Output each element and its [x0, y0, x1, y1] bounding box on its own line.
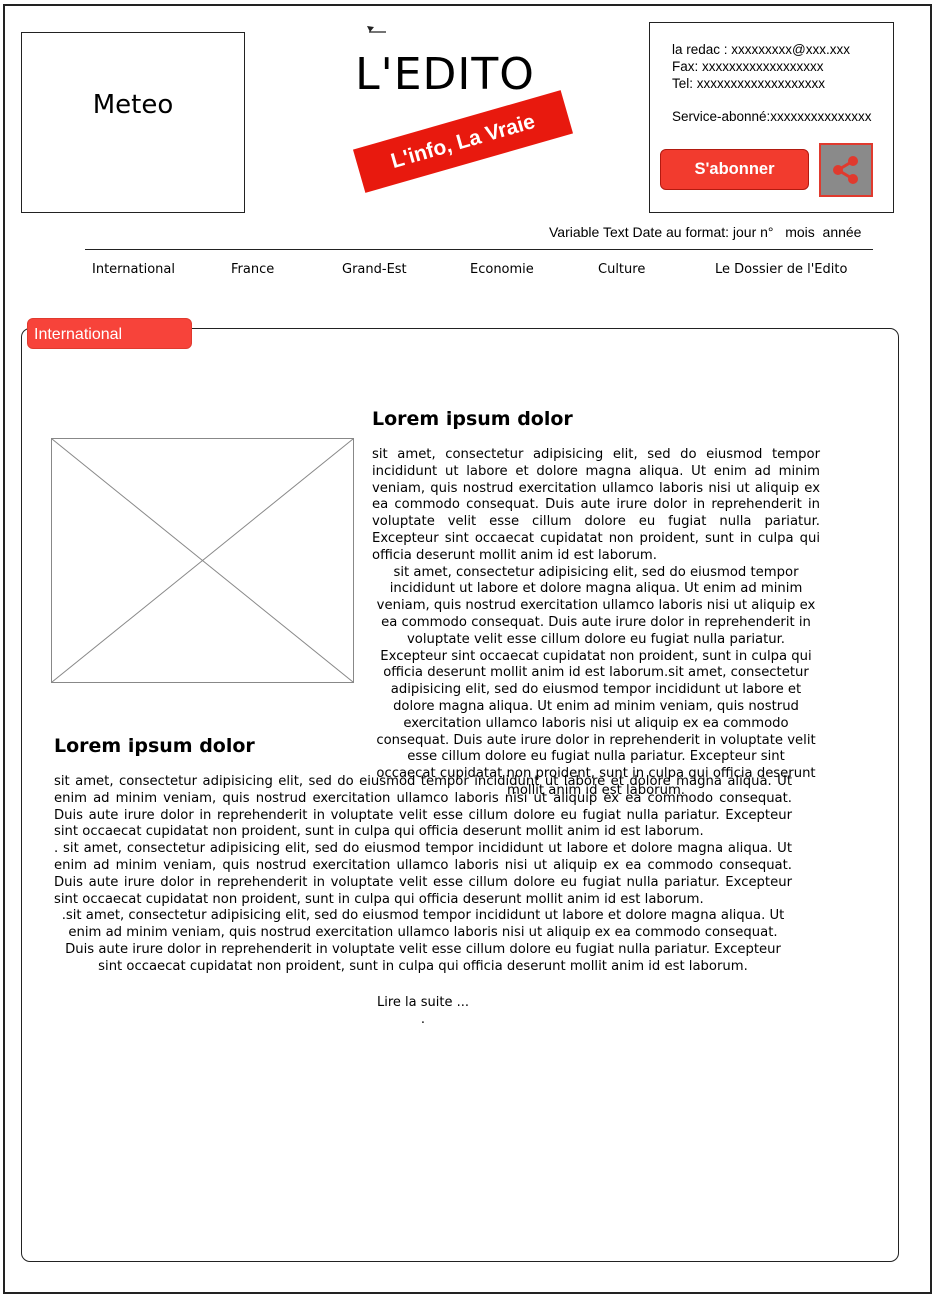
article2-body: sit amet, consectetur adipisicing elit, … — [54, 774, 792, 976]
nav-item-dossier[interactable]: Le Dossier de l'Edito — [715, 262, 847, 277]
contact-fax: Fax: xxxxxxxxxxxxxxxxxx — [672, 59, 824, 74]
share-button[interactable] — [819, 143, 873, 197]
meteo-widget[interactable]: Meteo — [21, 32, 245, 213]
section-tab-international[interactable]: International — [27, 318, 192, 349]
contact-redac: la redac : xxxxxxxxx@xxx.xxx — [672, 42, 850, 57]
meteo-label: Meteo — [92, 90, 174, 120]
contact-box: la redac : xxxxxxxxx@xxx.xxx Fax: xxxxxx… — [649, 22, 894, 213]
trailing-dot: . — [420, 1012, 426, 1027]
article2-title[interactable]: Lorem ipsum dolor — [54, 735, 255, 757]
nav-item-grand-est[interactable]: Grand-Est — [342, 262, 407, 277]
read-more-block: Lire la suite ... . — [300, 994, 546, 1028]
subscribe-button[interactable]: S'abonner — [660, 149, 809, 190]
nav-item-economie[interactable]: Economie — [470, 262, 534, 277]
nav-item-international[interactable]: International — [92, 262, 175, 277]
nav-item-france[interactable]: France — [231, 262, 274, 277]
article2-paragraph: .sit amet, consectetur adipisicing elit,… — [61, 908, 785, 974]
cursor-arrow-icon — [367, 26, 386, 33]
article1-body: sit amet, consectetur adipisicing elit, … — [372, 447, 820, 800]
read-more-link[interactable]: Lire la suite ... — [300, 994, 546, 1011]
article1-title[interactable]: Lorem ipsum dolor — [372, 408, 573, 430]
nav-item-culture[interactable]: Culture — [598, 262, 645, 277]
contact-tel: Tel: xxxxxxxxxxxxxxxxxxx — [672, 76, 826, 91]
article2-paragraph: sit amet, consectetur adipisicing elit, … — [54, 774, 792, 840]
page: Meteo L'EDITO L'info, La Vraie la redac … — [0, 0, 937, 1300]
article2-paragraph: . sit amet, consectetur adipisicing elit… — [54, 841, 792, 907]
article-image-placeholder[interactable] — [51, 438, 354, 683]
article1-paragraph: sit amet, consectetur adipisicing elit, … — [372, 447, 820, 563]
site-logo-title[interactable]: L'EDITO — [340, 49, 550, 100]
article1-paragraph: sit amet, consectetur adipisicing elit, … — [376, 564, 816, 798]
date-text: Variable Text Date au format: jour n° mo… — [549, 224, 862, 240]
nav-divider — [85, 249, 873, 250]
contact-service-abonne: Service-abonné:xxxxxxxxxxxxxxx — [672, 109, 872, 124]
share-icon — [833, 156, 858, 184]
